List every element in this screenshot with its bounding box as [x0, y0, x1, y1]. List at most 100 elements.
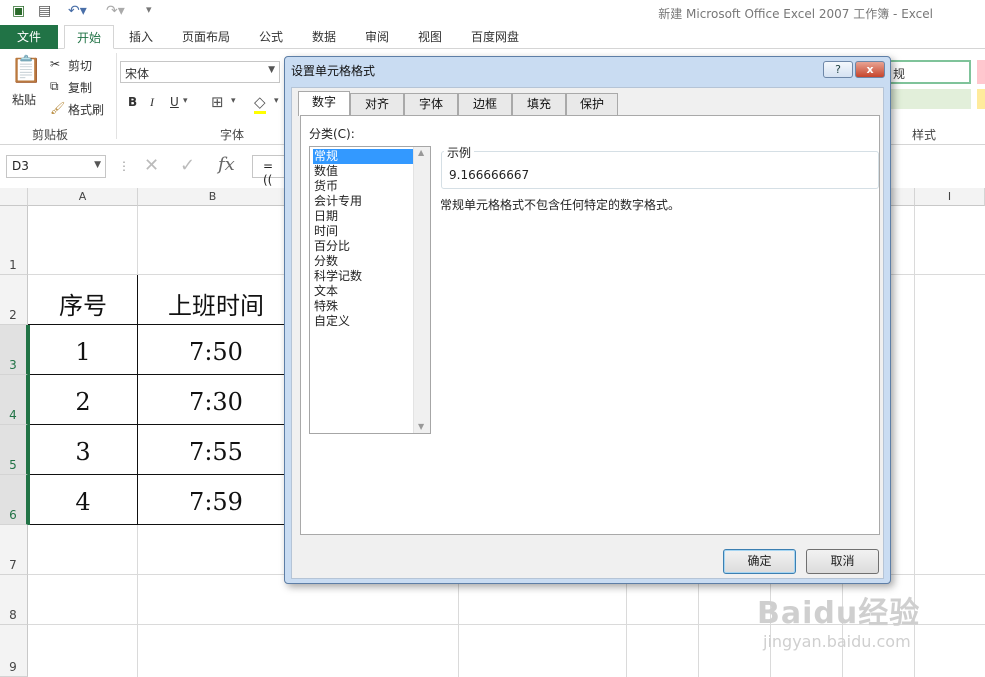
fill-color-icon[interactable]: ◇	[254, 93, 266, 114]
title-bar: ▣ ▤ ↶▾ ↷▾ ▾ 新建 Microsoft Office Excel 20…	[0, 0, 985, 25]
category-accounting[interactable]: 会计专用	[313, 194, 413, 209]
row-header-4[interactable]: 4	[0, 375, 28, 425]
select-all-corner[interactable]	[0, 188, 28, 206]
cell-b3[interactable]: 7:50	[138, 338, 294, 366]
border-icon[interactable]: ⊞	[211, 93, 224, 111]
row-header-9[interactable]: 9	[0, 625, 28, 677]
column-header-i[interactable]: I	[915, 188, 985, 206]
tab-font[interactable]: 字体	[404, 93, 458, 115]
insert-function-icon[interactable]: fx	[218, 154, 235, 175]
tab-home[interactable]: 开始	[64, 25, 114, 49]
style-neutral-cell[interactable]	[889, 89, 971, 109]
font-group-label: 字体	[220, 128, 245, 142]
clipboard-group-label: 剪贴板	[32, 128, 69, 142]
cell-a5[interactable]: 3	[28, 438, 138, 466]
cell-b4[interactable]: 7:30	[138, 388, 294, 416]
table-border	[28, 374, 288, 375]
close-button[interactable]: x	[855, 61, 885, 78]
cut-button[interactable]: 剪切	[68, 57, 92, 74]
tab-alignment[interactable]: 对齐	[350, 93, 404, 115]
cell-a3[interactable]: 1	[28, 338, 138, 366]
name-box[interactable]: D3 ▼	[6, 155, 106, 178]
tab-protection[interactable]: 保护	[566, 93, 618, 115]
category-currency[interactable]: 货币	[313, 179, 413, 194]
category-fraction[interactable]: 分数	[313, 254, 413, 269]
tab-insert[interactable]: 插入	[120, 25, 162, 49]
tab-page-layout[interactable]: 页面布局	[172, 25, 240, 49]
category-number[interactable]: 数值	[313, 164, 413, 179]
category-custom[interactable]: 自定义	[313, 314, 413, 329]
customize-qat-icon[interactable]: ▾	[146, 3, 152, 16]
category-date[interactable]: 日期	[313, 209, 413, 224]
fill-color-dropdown-icon[interactable]: ▾	[274, 96, 279, 106]
cell-a6[interactable]: 4	[28, 488, 138, 516]
cut-icon[interactable]: ✂	[50, 57, 60, 71]
category-general[interactable]: 常规	[313, 149, 413, 164]
bold-button[interactable]: B	[128, 95, 137, 109]
paste-button[interactable]: 粘贴	[12, 91, 36, 108]
category-time[interactable]: 时间	[313, 224, 413, 239]
number-tab-pane: 分类(C): 常规 数值 货币 会计专用 日期 时间 百分比 分数 科学记数 文…	[300, 115, 880, 535]
italic-button[interactable]: I	[150, 95, 154, 110]
styles-group-label: 样式	[912, 128, 937, 142]
undo-icon[interactable]: ↶▾	[68, 3, 87, 19]
row-header-7[interactable]: 7	[0, 525, 28, 575]
row-header-5[interactable]: 5	[0, 425, 28, 475]
category-label: 分类(C):	[309, 127, 355, 141]
format-painter-button[interactable]: 格式刷	[68, 101, 104, 118]
category-special[interactable]: 特殊	[313, 299, 413, 314]
scroll-up-icon[interactable]: ▲	[418, 148, 424, 157]
scroll-down-icon[interactable]: ▼	[418, 422, 424, 431]
underline-button[interactable]: U	[170, 95, 179, 109]
save-icon[interactable]: ▤	[38, 3, 51, 19]
format-cells-dialog: 设置单元格格式 ? x 数字 对齐 字体 边框 填充 保护 分类(C): 常规 …	[284, 56, 891, 584]
tab-formulas[interactable]: 公式	[250, 25, 292, 49]
redo-icon[interactable]: ↷▾	[106, 3, 125, 19]
copy-icon[interactable]: ⧉	[50, 79, 59, 94]
tab-border[interactable]: 边框	[458, 93, 512, 115]
cell-b6[interactable]: 7:59	[138, 488, 294, 516]
row-header-8[interactable]: 8	[0, 575, 28, 625]
cell-a4[interactable]: 2	[28, 388, 138, 416]
tab-view[interactable]: 视图	[408, 25, 452, 49]
tab-baidu-netdisk[interactable]: 百度网盘	[462, 25, 528, 49]
underline-dropdown-icon[interactable]: ▾	[183, 96, 188, 106]
border-dropdown-icon[interactable]: ▾	[231, 96, 236, 106]
tab-fill[interactable]: 填充	[512, 93, 566, 115]
cell-b2[interactable]: 上班时间	[138, 286, 294, 321]
copy-button[interactable]: 复制	[68, 79, 92, 96]
selection-border	[28, 325, 30, 525]
cancel-button[interactable]: 取消	[806, 549, 879, 574]
category-text[interactable]: 文本	[313, 284, 413, 299]
column-header-a[interactable]: A	[28, 188, 138, 206]
watermark-url: jingyan.baidu.com	[763, 632, 911, 651]
row-header-2[interactable]: 2	[0, 275, 28, 325]
ribbon-tabs: 文件 开始 插入 页面布局 公式 数据 审阅 视图 百度网盘	[0, 25, 985, 49]
cancel-entry-icon[interactable]: ✕	[144, 155, 159, 176]
category-list[interactable]: 常规 数值 货币 会计专用 日期 时间 百分比 分数 科学记数 文本 特殊 自定…	[309, 146, 431, 434]
style-good-cell[interactable]	[977, 89, 985, 109]
confirm-entry-icon[interactable]: ✓	[180, 155, 195, 176]
name-box-value: D3	[12, 159, 29, 173]
category-percentage[interactable]: 百分比	[313, 239, 413, 254]
row-header-6[interactable]: 6	[0, 475, 28, 525]
help-button[interactable]: ?	[823, 61, 853, 78]
tab-file[interactable]: 文件	[0, 25, 58, 49]
column-header-b[interactable]: B	[138, 188, 288, 206]
tab-number[interactable]: 数字	[298, 91, 350, 116]
paste-icon[interactable]: 📋	[10, 55, 42, 85]
ok-button[interactable]: 确定	[723, 549, 796, 574]
row-header-1[interactable]: 1	[0, 206, 28, 275]
style-normal-cell[interactable]: 规	[889, 60, 971, 84]
tab-data[interactable]: 数据	[302, 25, 346, 49]
cell-b5[interactable]: 7:55	[138, 438, 294, 466]
style-bad-cell[interactable]	[977, 60, 985, 84]
category-scrollbar[interactable]: ▲ ▼	[413, 147, 430, 433]
font-name-dropdown[interactable]: 宋体 ▼	[120, 61, 280, 83]
row-header-3[interactable]: 3	[0, 325, 28, 375]
cell-a2[interactable]: 序号	[28, 286, 138, 321]
category-scientific[interactable]: 科学记数	[313, 269, 413, 284]
format-painter-icon[interactable]: 🖌	[50, 101, 65, 115]
dialog-title: 设置单元格格式	[291, 64, 376, 78]
tab-review[interactable]: 审阅	[356, 25, 398, 49]
